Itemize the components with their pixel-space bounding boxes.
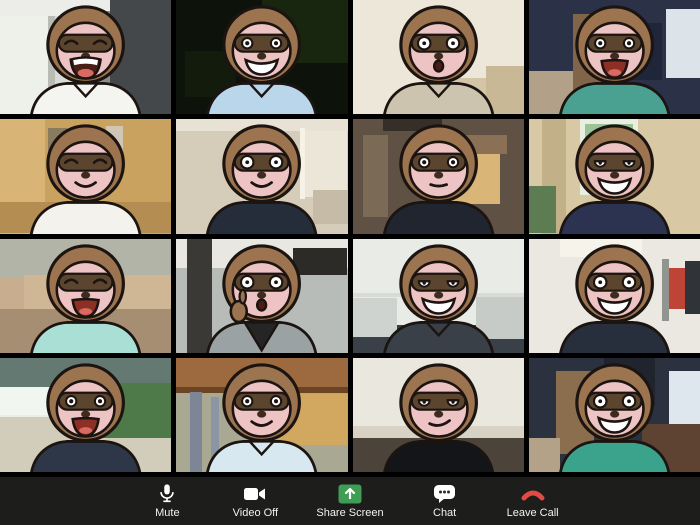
chat-label: Chat [433, 507, 456, 519]
sloth-avatar [0, 0, 171, 114]
chat-bubble-icon [433, 483, 456, 504]
participant-tile[interactable] [529, 119, 700, 233]
mute-button[interactable]: Mute [140, 483, 194, 519]
sloth-avatar [529, 239, 700, 353]
participant-tile[interactable] [0, 358, 171, 472]
sloth-avatar [529, 358, 700, 472]
participant-tile[interactable] [353, 239, 524, 353]
sloth-avatar [353, 358, 524, 472]
video-off-button[interactable]: Video Off [228, 483, 282, 519]
sloth-avatar [176, 239, 347, 353]
sloth-avatar [176, 119, 347, 233]
video-off-label: Video Off [233, 507, 278, 519]
sloth-avatar [353, 0, 524, 114]
video-call-window: Mute Video Off Share Screen [0, 0, 700, 525]
participant-tile[interactable] [353, 119, 524, 233]
participant-tile[interactable] [176, 358, 347, 472]
sloth-avatar [353, 239, 524, 353]
chat-button[interactable]: Chat [418, 483, 472, 519]
sloth-avatar [0, 119, 171, 233]
microphone-icon [156, 483, 178, 504]
participant-tile[interactable] [353, 358, 524, 472]
participant-tile[interactable] [176, 0, 347, 114]
sloth-avatar [0, 239, 171, 353]
sloth-avatar [176, 0, 347, 114]
participant-tile[interactable] [0, 0, 171, 114]
video-camera-icon [243, 483, 267, 504]
participant-tile[interactable] [176, 239, 347, 353]
participant-tile[interactable] [529, 239, 700, 353]
sloth-avatar [0, 358, 171, 472]
share-screen-label: Share Screen [316, 507, 383, 519]
mute-label: Mute [155, 507, 179, 519]
participant-tile[interactable] [0, 239, 171, 353]
call-toolbar: Mute Video Off Share Screen [0, 477, 700, 525]
sloth-avatar [176, 358, 347, 472]
sloth-avatar [529, 0, 700, 114]
sloth-avatar [529, 119, 700, 233]
participant-tile[interactable] [529, 0, 700, 114]
sloth-avatar [353, 119, 524, 233]
participant-grid [0, 0, 700, 472]
participant-tile[interactable] [353, 0, 524, 114]
participant-tile[interactable] [0, 119, 171, 233]
share-screen-button[interactable]: Share Screen [316, 483, 383, 519]
leave-call-button[interactable]: Leave Call [506, 483, 560, 519]
leave-call-label: Leave Call [507, 507, 559, 519]
participant-tile[interactable] [529, 358, 700, 472]
share-screen-icon [338, 483, 362, 504]
participant-tile[interactable] [176, 119, 347, 233]
phone-hangup-icon [520, 483, 546, 504]
